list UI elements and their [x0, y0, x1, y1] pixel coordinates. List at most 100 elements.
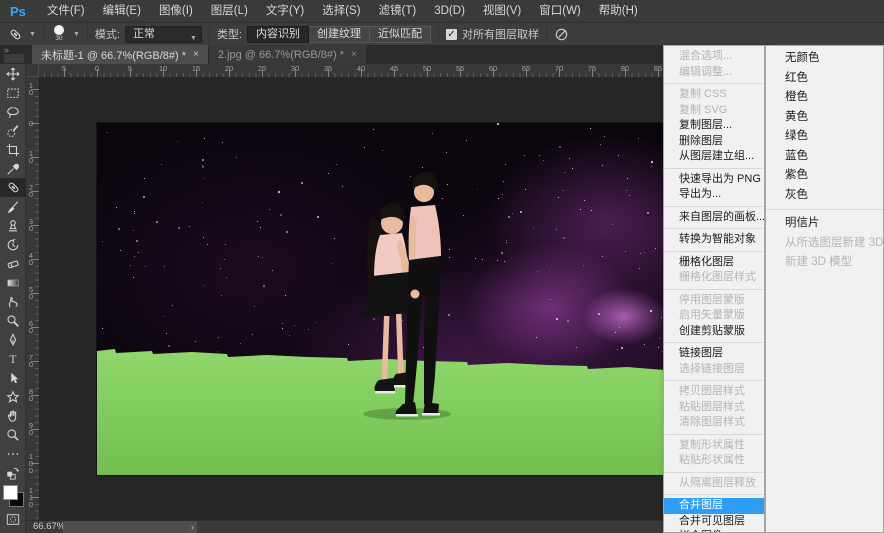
zoom-level[interactable]: 66.67% — [33, 521, 65, 533]
path-selection-tool[interactable] — [0, 368, 26, 387]
pen-tool[interactable] — [0, 330, 26, 349]
preset-caret-icon[interactable]: ▼ — [29, 31, 36, 38]
type-button[interactable]: 内容识别 — [247, 26, 309, 43]
submenu-item[interactable]: 蓝色 — [766, 147, 883, 167]
document-tab[interactable]: 2.jpg @ 66.7%(RGB/8#) *× — [209, 45, 366, 64]
context-menu-item[interactable]: 快速导出为 PNG — [664, 172, 764, 188]
document-tab[interactable]: 未标题-1 @ 66.7%(RGB/8#) *× — [32, 45, 208, 64]
clone-stamp-tool[interactable] — [0, 216, 26, 235]
context-menu-item[interactable]: 合并可见图层 — [664, 514, 764, 530]
sample-all-layers-checkbox[interactable]: ✓ — [446, 29, 457, 40]
custom-shape-tool[interactable] — [0, 387, 26, 406]
horizontal-scrollbar[interactable]: › — [63, 521, 197, 533]
menu-文字[interactable]: 文字(Y) — [257, 5, 313, 17]
crop-icon — [6, 143, 20, 157]
context-menu-item[interactable]: 链接图层 — [664, 346, 764, 362]
context-menu-item[interactable]: 栅格化图层 — [664, 255, 764, 271]
submenu-item[interactable]: 橙色 — [766, 88, 883, 108]
eraser-tool[interactable] — [0, 254, 26, 273]
context-menu-item[interactable]: 创建剪贴蒙版 — [664, 324, 764, 340]
submenu-item[interactable]: 灰色 — [766, 186, 883, 206]
menu-separator — [665, 206, 763, 207]
rectangular-marquee-tool[interactable] — [0, 83, 26, 102]
brush-caret-icon[interactable]: ▼ — [73, 31, 80, 38]
lasso-tool[interactable] — [0, 102, 26, 121]
pen-pressure-icon[interactable] — [554, 27, 569, 42]
menu-bar: Ps 文件(F)编辑(E)图像(I)图层(L)文字(Y)选择(S)滤镜(T)3D… — [0, 0, 884, 22]
submenu-item: 新建 3D 模型 — [766, 253, 883, 273]
dodge-tool[interactable] — [0, 311, 26, 330]
edit-toolbar[interactable] — [0, 444, 26, 463]
history-brush-icon — [6, 238, 20, 252]
type-button[interactable]: 创建纹理 — [309, 26, 370, 43]
history-brush-tool[interactable] — [0, 235, 26, 254]
gradient-tool[interactable] — [0, 273, 26, 292]
mode-dropdown[interactable]: 正常 ▼ — [125, 26, 202, 43]
menu-编辑[interactable]: 编辑(E) — [94, 5, 150, 17]
healing-brush-icon — [6, 180, 21, 195]
context-menu-item[interactable]: 合并图层 — [664, 498, 764, 514]
brush-size-picker[interactable]: 30 — [51, 25, 67, 43]
document-canvas[interactable] — [97, 123, 664, 475]
menu-文件[interactable]: 文件(F) — [38, 5, 94, 17]
menu-滤镜[interactable]: 滤镜(T) — [370, 5, 426, 17]
smudge-tool[interactable] — [0, 292, 26, 311]
context-menu-item: 栅格化图层样式 — [664, 270, 764, 286]
menu-图层[interactable]: 图层(L) — [202, 5, 257, 17]
ruler-mark: 70 — [555, 64, 563, 73]
ruler-mark: 0 — [95, 64, 99, 73]
marquee-icon — [6, 86, 20, 100]
scroll-right-chevron-icon[interactable]: › — [191, 521, 194, 533]
default-swap-colors[interactable] — [0, 463, 26, 482]
context-menu-item[interactable]: 从图层建立组... — [664, 149, 764, 165]
submenu-item[interactable]: 紫色 — [766, 166, 883, 186]
zoom-tool[interactable] — [0, 425, 26, 444]
menu-图像[interactable]: 图像(I) — [150, 5, 202, 17]
context-menu-item[interactable]: 删除图层 — [664, 134, 764, 150]
ruler-mark: 2 0 — [27, 184, 35, 198]
menu-选择[interactable]: 选择(S) — [313, 5, 369, 17]
move-tool[interactable] — [0, 64, 26, 83]
ruler-mark: 6 0 — [27, 320, 35, 334]
type-tool[interactable]: T — [0, 349, 26, 368]
crop-tool[interactable] — [0, 140, 26, 159]
menu-窗口[interactable]: 窗口(W) — [530, 5, 590, 17]
menu-帮助[interactable]: 帮助(H) — [590, 5, 647, 17]
submenu-item[interactable]: 明信片 — [766, 214, 883, 234]
close-icon[interactable]: × — [351, 49, 357, 60]
ruler-mark: 1 0 — [27, 82, 35, 96]
type-button[interactable]: 近似匹配 — [370, 26, 431, 43]
ruler-mark: 30 — [291, 64, 299, 73]
quick-selection-tool[interactable] — [0, 121, 26, 140]
hand-tool[interactable] — [0, 406, 26, 425]
menu-视图[interactable]: 视图(V) — [474, 5, 530, 17]
spot-healing-brush-tool[interactable] — [0, 178, 26, 197]
healing-brush-preset-icon[interactable] — [8, 27, 23, 42]
menu-separator — [665, 168, 763, 169]
type-label: 类型: — [217, 26, 242, 42]
layer-context-menu: 混合选项...编辑调整...复制 CSS复制 SVG复制图层...删除图层从图层… — [663, 45, 765, 533]
close-icon[interactable]: × — [193, 49, 199, 60]
context-menu-item: 选择链接图层 — [664, 362, 764, 378]
submenu-item[interactable]: 黄色 — [766, 108, 883, 128]
quick-mask-button[interactable] — [0, 510, 26, 529]
context-menu-item[interactable]: 导出为... — [664, 187, 764, 203]
submenu-item[interactable]: 无颜色 — [766, 49, 883, 69]
eyedropper-tool[interactable] — [0, 159, 26, 178]
divider — [438, 26, 439, 43]
context-menu-item[interactable]: 转换为智能对象 — [664, 232, 764, 248]
foreground-color-swatch[interactable] — [3, 485, 18, 500]
color-swatches[interactable] — [0, 484, 26, 510]
submenu-item[interactable]: 红色 — [766, 69, 883, 89]
ruler-corner — [26, 64, 39, 77]
submenu-item[interactable]: 绿色 — [766, 127, 883, 147]
move-icon — [6, 67, 20, 81]
ruler-mark: 10 — [159, 64, 167, 73]
context-menu-item[interactable]: 拼合图像 — [664, 529, 764, 533]
photoshop-window: Ps 文件(F)编辑(E)图像(I)图层(L)文字(Y)选择(S)滤镜(T)3D… — [0, 0, 884, 533]
context-menu-item[interactable]: 来自图层的画板... — [664, 210, 764, 226]
context-menu-item: 从隔离图层释放 — [664, 476, 764, 492]
brush-tool[interactable] — [0, 197, 26, 216]
context-menu-item[interactable]: 复制图层... — [664, 118, 764, 134]
menu-3D[interactable]: 3D(D) — [425, 5, 474, 17]
